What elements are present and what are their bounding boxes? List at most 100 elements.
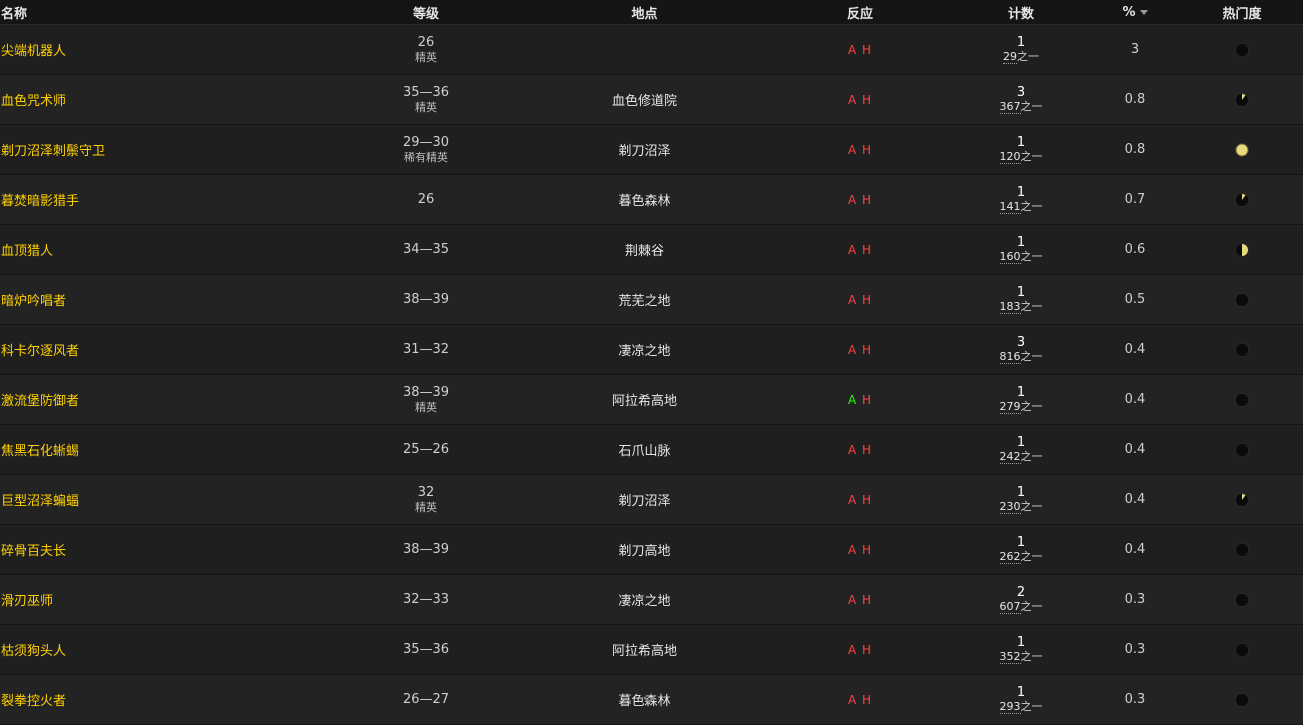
count-total-number[interactable]: 816 <box>999 350 1021 364</box>
popularity-cell <box>1181 492 1303 507</box>
count-value: 1 <box>1016 385 1026 400</box>
col-header-zone[interactable]: 地点 <box>522 3 767 22</box>
col-header-pct-label: % <box>1122 4 1136 20</box>
percent-value: 0.4 <box>1124 342 1146 357</box>
table-row[interactable]: 巨型沼泽蝙蝠 32 精英 剃刀沼泽 A H 1 230之一 0.4 <box>0 475 1303 525</box>
level-cell: 38—39 精英 <box>330 385 522 415</box>
npc-name-link[interactable]: 科卡尔逐风者 <box>0 340 330 359</box>
reaction-alliance: A <box>847 92 858 107</box>
npc-name-link[interactable]: 滑刃巫师 <box>0 590 330 609</box>
count-total-number[interactable]: 141 <box>999 200 1021 214</box>
count-total-number[interactable]: 183 <box>999 300 1021 314</box>
reaction-horde: H <box>862 392 873 407</box>
count-total-number[interactable]: 230 <box>999 500 1021 514</box>
npc-name-link[interactable]: 巨型沼泽蝙蝠 <box>0 490 330 509</box>
table-row[interactable]: 科卡尔逐风者 31—32 凄凉之地 A H 3 816之一 0.4 <box>0 325 1303 375</box>
level-cell: 38—39 <box>330 542 522 558</box>
table-row[interactable]: 暮焚暗影猎手 26 暮色森林 A H 1 141之一 0.7 <box>0 175 1303 225</box>
percent-value: 0.8 <box>1124 142 1146 157</box>
count-value: 1 <box>1016 635 1026 650</box>
percent-value: 0.6 <box>1124 242 1146 257</box>
zone-link[interactable]: 凄凉之地 <box>522 590 767 609</box>
zone-link[interactable]: 阿拉希高地 <box>522 390 767 409</box>
col-header-popularity[interactable]: 热门度 <box>1181 3 1303 22</box>
table-row[interactable]: 暗炉吟唱者 38—39 荒芜之地 A H 1 183之一 0.5 <box>0 275 1303 325</box>
count-total-number[interactable]: 293 <box>999 700 1021 714</box>
col-header-name[interactable]: 名称 <box>0 3 330 22</box>
count-cell: 1 352之一 <box>953 635 1089 664</box>
count-cell: 2 607之一 <box>953 585 1089 614</box>
level-classification: 精英 <box>415 400 437 414</box>
count-suffix: 之一 <box>1020 650 1043 663</box>
npc-name-link[interactable]: 裂拳控火者 <box>0 690 330 709</box>
npc-name-link[interactable]: 碎骨百夫长 <box>0 540 330 559</box>
count-suffix: 之一 <box>1020 550 1043 563</box>
popularity-pie-icon <box>1235 192 1249 207</box>
count-suffix: 之一 <box>1020 350 1043 363</box>
zone-link[interactable]: 剃刀高地 <box>522 540 767 559</box>
npc-name-link[interactable]: 血色咒术师 <box>0 90 330 109</box>
level-value: 35—36 <box>402 84 450 100</box>
count-cell: 1 242之一 <box>953 435 1089 464</box>
table-row[interactable]: 碎骨百夫长 38—39 剃刀高地 A H 1 262之一 0.4 <box>0 525 1303 575</box>
zone-link[interactable]: 荒芜之地 <box>522 290 767 309</box>
count-total-number[interactable]: 160 <box>999 250 1021 264</box>
table-row[interactable]: 血顶猎人 34—35 荆棘谷 A H 1 160之一 0.6 <box>0 225 1303 275</box>
popularity-pie-icon <box>1235 692 1249 707</box>
count-total-number[interactable]: 367 <box>999 100 1021 114</box>
percent-value: 0.4 <box>1124 392 1146 407</box>
table-row[interactable]: 剃刀沼泽刺鬃守卫 29—30 稀有精英 剃刀沼泽 A H 1 120之一 0.8 <box>0 125 1303 175</box>
reaction-horde: H <box>862 292 873 307</box>
count-total-number[interactable]: 607 <box>999 600 1021 614</box>
count-suffix: 之一 <box>1020 250 1043 263</box>
percent-value: 0.3 <box>1124 642 1146 657</box>
col-header-level[interactable]: 等级 <box>330 3 522 22</box>
count-cell: 1 120之一 <box>953 135 1089 164</box>
count-total-number[interactable]: 352 <box>999 650 1021 664</box>
count-suffix: 之一 <box>1020 300 1043 313</box>
level-cell: 32—33 <box>330 592 522 608</box>
table-row[interactable]: 枯须狗头人 35—36 阿拉希高地 A H 1 352之一 0.3 <box>0 625 1303 675</box>
count-total: 262之一 <box>953 550 1089 564</box>
reaction-cell: A H <box>767 143 953 157</box>
zone-link[interactable]: 阿拉希高地 <box>522 640 767 659</box>
count-total: 279之一 <box>953 400 1089 414</box>
zone-link[interactable]: 剃刀沼泽 <box>522 490 767 509</box>
count-total-number[interactable]: 262 <box>999 550 1021 564</box>
count-total-number[interactable]: 242 <box>999 450 1021 464</box>
reaction-horde: H <box>862 142 873 157</box>
zone-link[interactable]: 血色修道院 <box>522 90 767 109</box>
table-row[interactable]: 血色咒术师 35—36 精英 血色修道院 A H 3 367之一 0.8 <box>0 75 1303 125</box>
level-cell: 32 精英 <box>330 485 522 515</box>
npc-name-link[interactable]: 焦黑石化蜥蜴 <box>0 440 330 459</box>
table-row[interactable]: 滑刃巫师 32—33 凄凉之地 A H 2 607之一 0.3 <box>0 575 1303 625</box>
count-total-number[interactable]: 279 <box>999 400 1021 414</box>
zone-link[interactable]: 剃刀沼泽 <box>522 140 767 159</box>
zone-link[interactable]: 暮色森林 <box>522 190 767 209</box>
table-row[interactable]: 激流堡防御者 38—39 精英 阿拉希高地 A H 1 279之一 0.4 <box>0 375 1303 425</box>
table-row[interactable]: 尖端机器人 26 精英 A H 1 29之一 3 <box>0 25 1303 75</box>
chevron-down-icon[interactable] <box>642 695 656 705</box>
npc-name-link[interactable]: 暗炉吟唱者 <box>0 290 330 309</box>
percent-value: 0.4 <box>1124 492 1146 507</box>
count-total: 352之一 <box>953 650 1089 664</box>
npc-name-link[interactable]: 血顶猎人 <box>0 240 330 259</box>
table-row[interactable]: 焦黑石化蜥蜴 25—26 石爪山脉 A H 1 242之一 0.4 <box>0 425 1303 475</box>
count-total-number[interactable]: 29 <box>1003 50 1017 64</box>
npc-name-link[interactable]: 激流堡防御者 <box>0 390 330 409</box>
col-header-react[interactable]: 反应 <box>767 3 953 22</box>
popularity-pie-icon <box>1235 642 1249 657</box>
reaction-alliance: A <box>847 42 858 57</box>
npc-name-link[interactable]: 尖端机器人 <box>0 40 330 59</box>
zone-link[interactable]: 石爪山脉 <box>522 440 767 459</box>
level-classification: 精英 <box>415 100 437 114</box>
col-header-pct[interactable]: % <box>1089 5 1181 20</box>
npc-name-link[interactable]: 剃刀沼泽刺鬃守卫 <box>0 140 330 159</box>
npc-name-link[interactable]: 暮焚暗影猎手 <box>0 190 330 209</box>
npc-name-link[interactable]: 枯须狗头人 <box>0 640 330 659</box>
zone-link[interactable]: 凄凉之地 <box>522 340 767 359</box>
popularity-pie-icon <box>1235 542 1249 557</box>
col-header-count[interactable]: 计数 <box>953 3 1089 22</box>
zone-link[interactable]: 荆棘谷 <box>522 240 767 259</box>
count-total-number[interactable]: 120 <box>999 150 1021 164</box>
